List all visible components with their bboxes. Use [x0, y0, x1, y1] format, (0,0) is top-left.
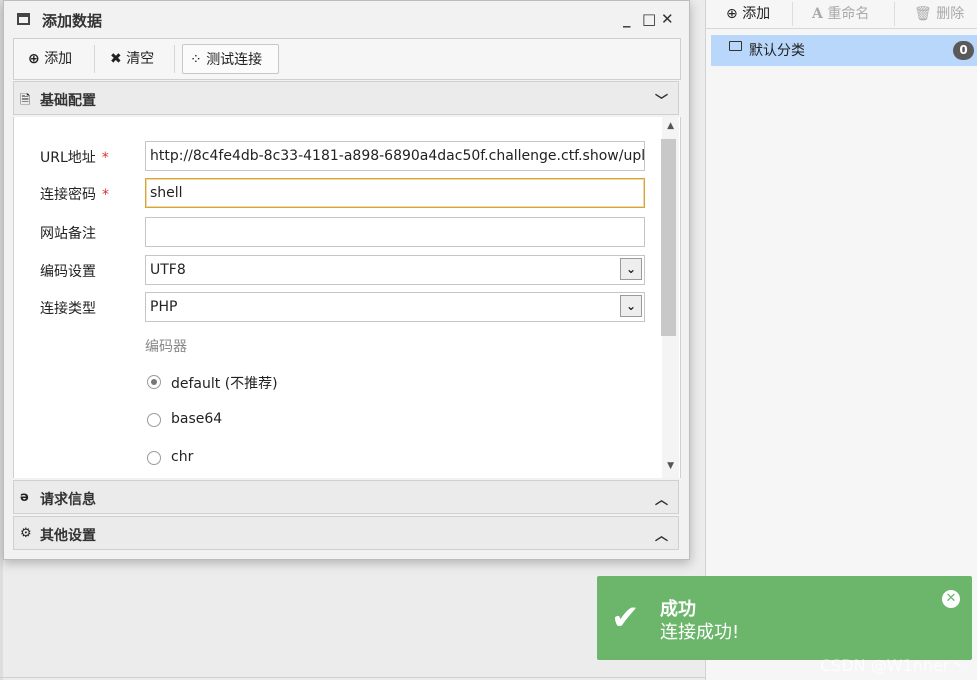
close-button[interactable]: ✕ — [661, 10, 674, 28]
encoding-field-label: 编码设置 — [40, 264, 96, 280]
add-data-window: 添加数据 _ □ ✕ ⊕ 添加 ✖ 清空 ⁘ 测试连接 🗎 基础配置 ﹀ URL… — [3, 0, 690, 560]
test-connection-label: 测试连接 — [206, 52, 263, 68]
chevron-down-icon[interactable]: ⌄ — [620, 258, 642, 280]
encoding-select[interactable]: UTF8 ⌄ — [145, 255, 645, 285]
chevron-up-icon: ︿ — [654, 493, 668, 508]
plus-circle-icon: ⊕ — [28, 51, 40, 67]
scrollbar-thumb[interactable] — [661, 139, 676, 336]
trash-icon: 🗑 — [914, 6, 932, 22]
encoder-default-radio[interactable] — [147, 375, 161, 389]
toolbar-divider — [792, 2, 793, 26]
plus-circle-icon: ⊕ — [726, 6, 738, 22]
toolbar-divider — [94, 45, 95, 73]
section-request-title: 请求信息 — [40, 492, 96, 508]
toolbar-divider — [894, 2, 895, 26]
type-field-label: 连接类型 — [40, 301, 96, 317]
url-field-label: URL地址 * — [40, 150, 109, 166]
form-toolbar: ⊕ 添加 ✖ 清空 ⁘ 测试连接 — [13, 38, 681, 80]
success-toast: ✔ 成功 连接成功! ✕ — [597, 576, 972, 660]
window-titlebar[interactable]: 添加数据 _ □ ✕ — [4, 1, 689, 37]
toast-message: 连接成功! — [660, 622, 740, 643]
browser-e-icon: ə — [20, 490, 29, 505]
x-icon: ✖ — [110, 51, 122, 67]
password-field-label: 连接密码 * — [40, 187, 109, 203]
delete-label: 删除 — [936, 6, 965, 22]
divider — [0, 677, 705, 678]
gears-icon: ⚙ — [20, 526, 32, 541]
maximize-button[interactable]: □ — [642, 10, 656, 28]
clear-button[interactable]: ✖ 清空 — [110, 44, 154, 74]
clear-button-label: 清空 — [126, 51, 155, 67]
add-button-label: 添加 — [44, 51, 73, 67]
section-other-header[interactable]: ⚙ 其他设置 ︿ — [13, 516, 679, 550]
note-field-label: 网站备注 — [40, 226, 96, 242]
rename-label: 重命名 — [827, 6, 870, 22]
form-scrollbar[interactable]: ▲ ▼ — [661, 117, 679, 478]
document-icon: 🗎 — [20, 93, 31, 108]
spinner-icon: ⁘ — [190, 52, 202, 68]
watermark: CSDN @W1nner丶 — [820, 656, 966, 675]
checkmark-icon: ✔ — [611, 598, 640, 638]
chevron-up-icon: ︿ — [654, 529, 668, 544]
category-count-badge: 0 — [953, 41, 974, 60]
window-icon — [17, 13, 30, 25]
password-field[interactable]: shell — [145, 178, 645, 208]
font-a-icon: A — [812, 6, 823, 22]
category-toolbar: ⊕ 添加 A 重命名 🗑 删除 — [706, 0, 977, 29]
encoder-heading: 编码器 — [145, 339, 187, 355]
section-other-title: 其他设置 — [40, 528, 96, 544]
section-basic-title: 基础配置 — [40, 93, 96, 109]
folder-icon — [729, 41, 742, 51]
toast-close-icon[interactable]: ✕ — [942, 590, 960, 608]
rename-button[interactable]: A 重命名 — [812, 3, 869, 25]
scroll-down-icon[interactable]: ▼ — [667, 461, 674, 471]
category-item-default[interactable]: 默认分类 0 — [711, 35, 977, 66]
category-add-label: 添加 — [742, 6, 771, 22]
encoder-base64-label[interactable]: base64 — [171, 411, 222, 427]
encoder-chr-radio[interactable] — [147, 451, 161, 465]
test-connection-button[interactable]: ⁘ 测试连接 — [182, 44, 279, 74]
encoding-selected-value: UTF8 — [150, 262, 186, 278]
add-button[interactable]: ⊕ 添加 — [28, 44, 72, 74]
window-title: 添加数据 — [42, 12, 103, 30]
delete-button[interactable]: 🗑 删除 — [914, 3, 964, 25]
encoder-base64-radio[interactable] — [147, 413, 161, 427]
encoder-default-label[interactable]: default (不推荐) — [171, 373, 278, 393]
category-label: 默认分类 — [749, 43, 805, 59]
encoder-chr-label[interactable]: chr — [171, 449, 193, 465]
type-selected-value: PHP — [150, 299, 178, 315]
minimize-button[interactable]: _ — [623, 10, 631, 28]
note-field[interactable] — [145, 217, 645, 247]
chevron-down-icon[interactable]: ⌄ — [620, 295, 642, 317]
basic-config-form: URL地址 * http://8c4fe4db-8c33-4181-a898-68… — [13, 117, 681, 478]
section-request-header[interactable]: ə 请求信息 ︿ — [13, 480, 679, 514]
url-field[interactable]: http://8c4fe4db-8c33-4181-a898-6890a4dac… — [145, 141, 645, 171]
section-basic-header[interactable]: 🗎 基础配置 ﹀ — [13, 81, 679, 115]
type-select[interactable]: PHP ⌄ — [145, 292, 645, 322]
chevron-down-icon: ﹀ — [654, 94, 668, 109]
category-add-button[interactable]: ⊕ 添加 — [726, 3, 770, 25]
scroll-up-icon[interactable]: ▲ — [667, 121, 674, 131]
toolbar-divider — [174, 45, 175, 73]
